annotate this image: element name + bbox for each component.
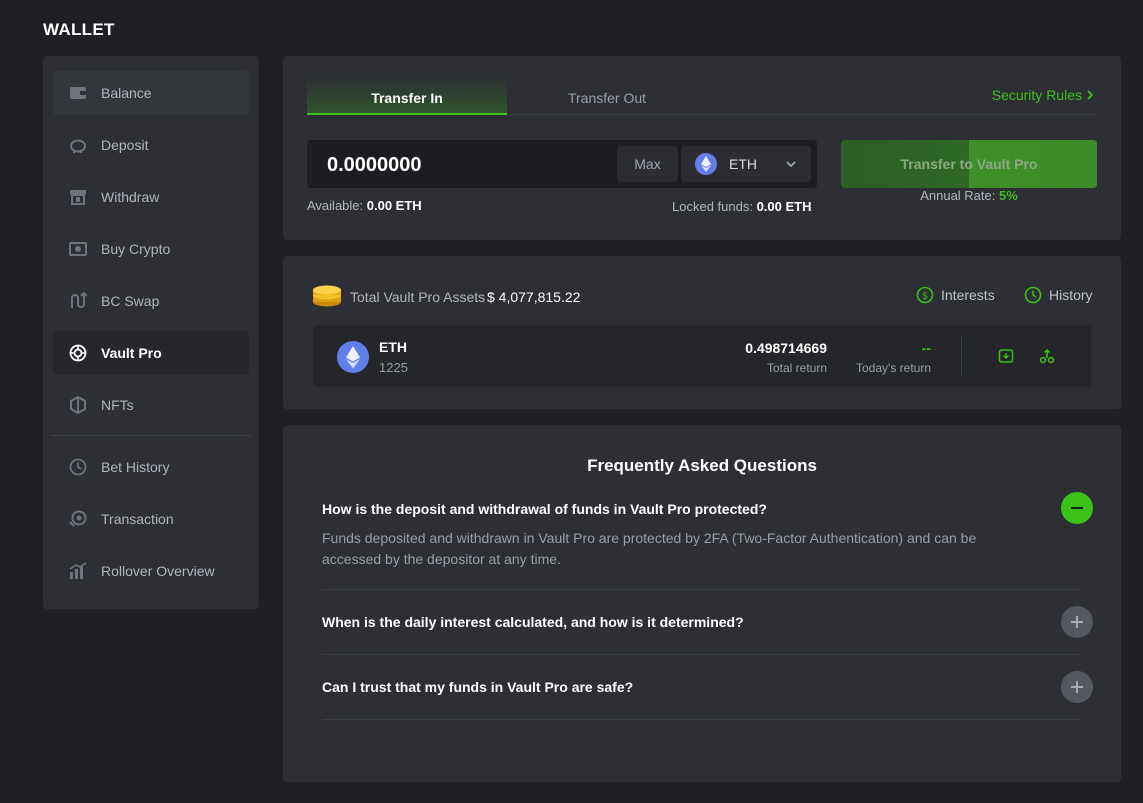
faq-question[interactable]: Can I trust that my funds in Vault Pro a… — [322, 679, 633, 695]
nft-icon — [69, 396, 87, 414]
security-rules-link[interactable]: Security Rules — [992, 87, 1095, 103]
chevron-right-icon — [1087, 90, 1094, 100]
asset-row: ETH 1225 0.498714669 Total return -- Tod… — [313, 325, 1091, 387]
faq-question[interactable]: How is the deposit and withdrawal of fun… — [322, 501, 767, 517]
transfer-to-vault-button[interactable]: Transfer to Vault Pro — [841, 140, 1097, 188]
sidebar-item-label: Rollover Overview — [101, 563, 215, 579]
sidebar-item-bc-swap[interactable]: BC Swap — [53, 279, 249, 323]
interests-link[interactable]: $ Interests — [916, 286, 995, 304]
interests-label: Interests — [941, 287, 995, 303]
sidebar-item-label: BC Swap — [101, 293, 160, 309]
today-return-label: Today's return — [856, 361, 931, 375]
security-rules-label: Security Rules — [991, 87, 1082, 103]
sidebar-item-deposit[interactable]: Deposit — [53, 123, 249, 167]
sidebar-item-balance[interactable]: Balance — [53, 71, 249, 115]
annual-rate-label: Annual Rate: — [920, 188, 996, 203]
sidebar-item-buy-crypto[interactable]: Buy Crypto — [53, 227, 249, 271]
faq-item: When is the daily interest calculated, a… — [322, 590, 1093, 655]
dollar-icon: $ — [916, 286, 934, 304]
sidebar-item-nfts[interactable]: NFTs — [53, 383, 249, 427]
locked-funds: Locked funds: 0.00 ETH — [672, 199, 812, 214]
faq-item: How is the deposit and withdrawal of fun… — [322, 425, 1093, 590]
faq-item: Can I trust that my funds in Vault Pro a… — [322, 655, 1093, 720]
row-divider — [961, 336, 962, 376]
faq-answer: Funds deposited and withdrawn in Vault P… — [322, 530, 977, 567]
locked-label: Locked funds: — [672, 199, 753, 214]
assets-card: Total Vault Pro Assets $ 4,077,815.22 $ … — [283, 256, 1121, 409]
vault-icon — [69, 344, 87, 362]
sidebar-item-rollover-overview[interactable]: Rollover Overview — [53, 549, 249, 593]
expand-button[interactable] — [1061, 606, 1093, 638]
bar-chart-icon — [69, 562, 87, 580]
history-label: History — [1049, 287, 1093, 303]
max-button[interactable]: Max — [617, 146, 678, 182]
clock-icon — [1024, 286, 1042, 304]
sidebar-item-label: NFTs — [101, 397, 134, 413]
eth-icon — [695, 153, 717, 175]
amount-value: 0.0000000 — [327, 154, 422, 176]
asset-coin: ETH — [379, 339, 407, 355]
sidebar-item-bet-history[interactable]: Bet History — [53, 445, 249, 489]
total-return-label: Total return — [766, 361, 827, 375]
transfer-in-icon[interactable] — [998, 348, 1014, 364]
available-balance: Available: 0.00 ETH — [307, 198, 422, 213]
sidebar-item-withdraw[interactable]: Withdraw — [53, 175, 249, 219]
expand-button[interactable] — [1061, 671, 1093, 703]
chevron-down-icon — [786, 161, 796, 168]
piggy-bank-icon — [69, 136, 87, 154]
page-title: WALLET — [43, 20, 115, 39]
sidebar: Balance Deposit Withdraw Buy Crypto BC S… — [43, 56, 259, 609]
sidebar-item-transaction[interactable]: Transaction — [53, 497, 249, 541]
asset-amount: 1225 — [379, 360, 408, 375]
swap-icon — [69, 292, 87, 310]
tab-transfer-in[interactable]: Transfer In — [307, 78, 507, 115]
cash-icon — [69, 240, 87, 258]
transfer-tabs: Transfer In Transfer Out — [307, 78, 1097, 115]
coin-name: ETH — [729, 156, 757, 172]
locked-value: 0.00 ETH — [756, 199, 812, 214]
clock-icon — [69, 458, 87, 476]
sidebar-item-label: Balance — [101, 85, 152, 101]
sidebar-divider — [51, 435, 251, 436]
sidebar-item-vault-pro[interactable]: Vault Pro — [53, 331, 249, 375]
annual-rate: Annual Rate: 5% — [841, 188, 1097, 203]
total-assets-label: Total Vault Pro Assets — [350, 289, 486, 305]
plus-icon — [1071, 616, 1083, 628]
today-return-value: -- — [921, 340, 931, 356]
sidebar-item-label: Deposit — [101, 137, 149, 153]
sidebar-item-label: Withdraw — [101, 189, 160, 205]
svg-text:$: $ — [922, 291, 928, 302]
coin-select[interactable]: ETH — [681, 146, 811, 182]
history-link[interactable]: History — [1024, 286, 1093, 304]
sidebar-item-label: Buy Crypto — [101, 241, 171, 257]
gold-coins-icon — [313, 285, 341, 307]
transfer-card: Transfer In Transfer Out Security Rules … — [283, 56, 1121, 240]
available-label: Available: — [307, 198, 364, 213]
sidebar-item-label: Vault Pro — [101, 345, 162, 361]
plus-icon — [1071, 681, 1083, 693]
faq-question[interactable]: When is the daily interest calculated, a… — [322, 614, 744, 630]
transfer-out-icon[interactable] — [1039, 348, 1055, 364]
atm-icon — [69, 188, 87, 206]
collapse-button[interactable] — [1061, 492, 1093, 524]
available-value: 0.00 ETH — [366, 198, 422, 213]
annual-rate-value: 5% — [999, 188, 1018, 203]
wallet-icon — [69, 84, 87, 102]
faq-card: Frequently Asked Questions How is the de… — [283, 425, 1121, 782]
tab-transfer-out[interactable]: Transfer Out — [507, 78, 707, 115]
eth-icon — [337, 341, 369, 373]
sidebar-item-label: Transaction — [101, 511, 174, 527]
amount-input[interactable]: 0.0000000 Max ETH — [307, 140, 817, 188]
total-return-value: 0.498714669 — [745, 340, 827, 356]
minus-icon — [1071, 507, 1083, 509]
sidebar-item-label: Bet History — [101, 459, 170, 475]
total-assets-value: $ 4,077,815.22 — [487, 289, 581, 305]
coin-transaction-icon — [69, 510, 87, 528]
